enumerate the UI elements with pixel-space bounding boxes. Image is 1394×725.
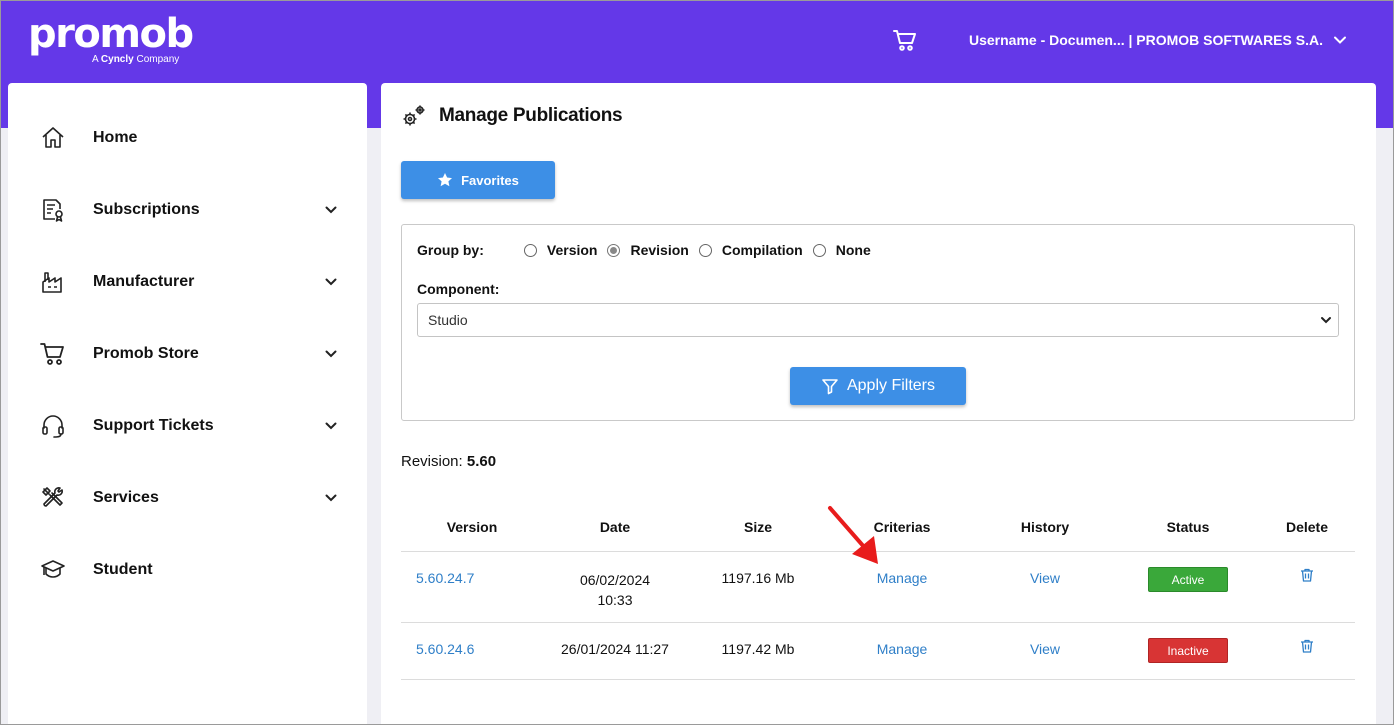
page-title: Manage Publications	[439, 105, 623, 126]
favorites-label: Favorites	[461, 172, 519, 188]
date-cell: 06/02/2024 10:33	[579, 572, 651, 608]
sidebar-item-label: Services	[93, 489, 159, 506]
sidebar-item-subscriptions[interactable]: Subscriptions	[8, 182, 367, 238]
chevron-down-icon	[1333, 36, 1346, 44]
column-header-status: Status	[1166, 519, 1210, 535]
apply-filters-button[interactable]: Apply Filters	[790, 367, 966, 405]
table-divider	[401, 622, 1355, 623]
date-cell: 26/01/2024 11:27	[561, 641, 669, 657]
radio-label: Compilation	[721, 242, 803, 258]
main-panel: Manage Publications Favorites Group by: …	[381, 83, 1376, 725]
radio-compilation[interactable]: Compilation	[698, 242, 803, 258]
revision-value: 5.60	[466, 453, 497, 470]
history-view-link[interactable]: View	[1005, 641, 1085, 657]
logo-wordmark: promob	[28, 11, 194, 57]
trash-icon[interactable]	[1299, 638, 1315, 654]
tools-icon	[38, 483, 68, 513]
chevron-down-icon[interactable]	[322, 417, 340, 435]
sidebar-item-label: Student	[93, 561, 153, 578]
factory-icon	[38, 267, 68, 297]
sidebar-item-label: Support Tickets	[93, 417, 214, 434]
component-select[interactable]: Studio	[417, 303, 1339, 337]
filter-panel: Group by: Version Revision Compilation N…	[401, 224, 1355, 421]
trash-icon[interactable]	[1299, 567, 1315, 583]
column-header-version: Version	[446, 519, 498, 535]
radio-revision[interactable]: Revision	[607, 242, 689, 258]
criterias-manage-link[interactable]: Manage	[862, 641, 942, 657]
sidebar-item-home[interactable]: Home	[8, 110, 367, 166]
chevron-down-icon[interactable]	[322, 345, 340, 363]
revision-label: Revision:	[401, 453, 463, 470]
chevron-down-icon[interactable]	[322, 489, 340, 507]
sidebar-item-services[interactable]: Services	[8, 470, 367, 526]
column-header-date: Date	[599, 519, 631, 535]
component-select-value: Studio	[428, 312, 468, 328]
headset-icon	[38, 411, 68, 441]
criterias-manage-link[interactable]: Manage	[862, 570, 942, 586]
subscription-certificate-icon	[38, 195, 68, 225]
cart-icon	[38, 339, 68, 369]
favorites-button[interactable]: Favorites	[401, 161, 555, 199]
column-header-size: Size	[743, 519, 772, 535]
apply-filters-label: Apply Filters	[846, 377, 936, 394]
filter-icon	[822, 379, 838, 395]
promob-logo[interactable]: promob A Cyncly Company	[28, 11, 194, 65]
size-cell: 1197.42 Mb	[721, 641, 795, 657]
table-divider	[401, 679, 1355, 680]
status-badge-inactive[interactable]: Inactive	[1148, 638, 1228, 663]
sidebar-item-manufacturer[interactable]: Manufacturer	[8, 254, 367, 310]
user-menu-label: Username - Documen... | PROMOB SOFTWARES…	[969, 32, 1323, 48]
graduation-cap-icon	[38, 555, 68, 585]
group-by-label: Group by:	[417, 242, 484, 258]
radio-button-selected[interactable]	[607, 243, 621, 257]
radio-button[interactable]	[812, 243, 826, 257]
component-label: Component:	[417, 281, 500, 297]
radio-label: Revision	[630, 242, 689, 258]
gears-icon	[403, 105, 425, 126]
radio-version[interactable]: Version	[523, 242, 598, 258]
size-cell: 1197.16 Mb	[721, 570, 795, 586]
sidebar-item-support-tickets[interactable]: Support Tickets	[8, 398, 367, 454]
column-header-history: History	[1020, 519, 1070, 535]
chevron-down-icon[interactable]	[322, 201, 340, 219]
group-by-row: Group by: Version Revision Compilation N…	[417, 242, 881, 258]
radio-button[interactable]	[698, 243, 712, 257]
version-link[interactable]: 5.60.24.6	[416, 641, 474, 657]
radio-label: Version	[546, 242, 598, 258]
radio-label: None	[835, 242, 871, 258]
column-header-delete: Delete	[1285, 519, 1329, 535]
radio-button[interactable]	[523, 243, 537, 257]
sidebar-item-label: Manufacturer	[93, 273, 195, 290]
user-account-menu[interactable]: Username - Documen... | PROMOB SOFTWARES…	[969, 32, 1347, 48]
status-badge-active[interactable]: Active	[1148, 567, 1228, 592]
chevron-down-icon	[1321, 317, 1331, 324]
annotation-arrow-icon	[828, 506, 878, 564]
chevron-down-icon[interactable]	[322, 273, 340, 291]
sidebar-item-label: Home	[93, 129, 138, 146]
sidebar-item-student[interactable]: Student	[8, 542, 367, 598]
history-view-link[interactable]: View	[1005, 570, 1085, 586]
cart-icon[interactable]	[891, 26, 919, 54]
revision-heading: Revision: 5.60	[401, 453, 496, 470]
version-link[interactable]: 5.60.24.7	[416, 570, 474, 586]
page-header: Manage Publications	[401, 103, 623, 129]
logo-tagline: A Cyncly Company	[92, 54, 180, 65]
sidebar-item-promob-store[interactable]: Promob Store	[8, 326, 367, 382]
sidebar: Home Subscriptions Manufacturer Promob S…	[8, 83, 367, 725]
radio-none[interactable]: None	[812, 242, 871, 258]
sidebar-item-label: Subscriptions	[93, 201, 200, 218]
home-icon	[38, 123, 68, 153]
star-icon	[438, 173, 453, 187]
sidebar-item-label: Promob Store	[93, 345, 199, 362]
